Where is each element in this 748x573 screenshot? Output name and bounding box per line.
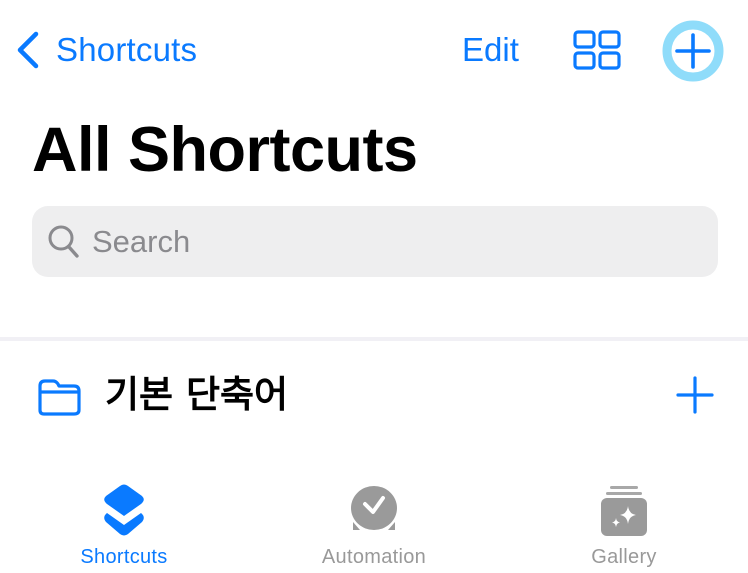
tab-gallery-label: Gallery <box>591 546 657 568</box>
search-icon <box>48 225 79 258</box>
grid-icon <box>573 30 621 70</box>
gallery-sparkle-icon <box>601 486 647 536</box>
folder-icon <box>38 379 81 416</box>
tab-automation[interactable]: Automation <box>284 484 464 570</box>
folder-label: 기본 단축어 <box>105 373 289 416</box>
chevron-left-icon <box>17 31 39 69</box>
back-button-label: Shortcuts <box>56 31 198 68</box>
folder-row[interactable]: 기본 단축어 <box>0 356 748 436</box>
plus-circle-icon <box>662 20 724 82</box>
search-bar[interactable] <box>32 206 718 277</box>
tab-gallery[interactable]: Gallery <box>534 484 714 570</box>
section-divider <box>0 337 748 341</box>
automation-clock-check-icon <box>351 486 397 530</box>
search-input[interactable] <box>92 223 692 260</box>
shortcuts-layers-icon <box>104 484 144 536</box>
add-to-folder-icon[interactable] <box>676 376 714 414</box>
tab-automation-label: Automation <box>321 546 427 568</box>
tab-shortcuts-label: Shortcuts <box>80 546 168 568</box>
grid-view-button[interactable] <box>573 30 621 70</box>
page-title: All Shortcuts <box>32 115 418 185</box>
all-shortcuts-screen: Shortcuts Edit All Shortcuts Search 기본 단… <box>0 0 748 573</box>
edit-button[interactable]: Edit <box>462 30 519 70</box>
tab-shortcuts[interactable]: Shortcuts <box>34 484 214 570</box>
add-shortcut-button[interactable] <box>662 20 724 82</box>
back-button[interactable]: Shortcuts <box>14 26 197 74</box>
